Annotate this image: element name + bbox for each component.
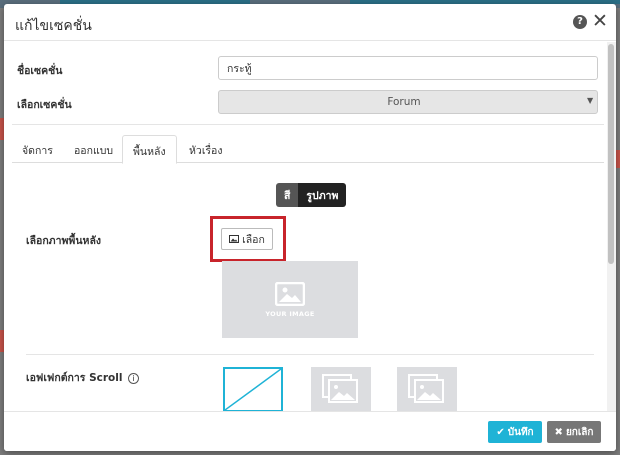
toggle-color-button[interactable]: สี [276,183,299,207]
check-icon: ✔ [496,426,505,438]
image-stack-icon [322,374,358,403]
toggle-image-button[interactable]: รูปภาพ [298,183,347,207]
section-select-value: Forum [387,96,421,108]
choose-image-button[interactable]: เลือก [221,228,273,250]
scroll-option-parallax[interactable] [397,367,457,412]
image-stack-icon [408,374,444,403]
divider [26,354,594,355]
image-icon [229,235,240,243]
section-name-label: ชื่อเซคชั่น [17,65,63,77]
edit-section-modal: แก้ไขเซคชั่น ? ✕ ชื่อเซคชั่น เลือกเซคชั่… [4,4,616,451]
scroll-option-fixed[interactable] [311,367,371,412]
modal-scrollbar-thumb[interactable] [608,44,614,264]
modal-title: แก้ไขเซคชั่น [15,18,92,34]
tab-bar: จัดการ ออกแบบ พื้นหลัง หัวเรื่อง [12,135,604,164]
preview-caption: YOUR IMAGE [265,309,315,318]
section-select[interactable]: Forum ▼ [218,90,598,114]
cancel-button[interactable]: ✖ ยกเลิก [547,421,601,443]
modal-header: แก้ไขเซคชั่น ? ✕ [4,4,616,41]
save-label: บันทึก [507,426,534,438]
tab-heading[interactable]: หัวเรื่อง [179,135,232,163]
modal-body[interactable]: ชื่อเซคชั่น เลือกเซคชั่น Forum ▼ จัดการ … [4,42,616,412]
caret-down-icon: ▼ [587,96,594,105]
choose-image-label: เลือก [242,233,265,246]
scroll-option-none[interactable] [223,367,283,412]
section-name-input[interactable] [218,56,598,80]
tab-manage[interactable]: จัดการ [12,135,63,163]
tab-design[interactable]: ออกแบบ [64,135,123,163]
background-image-label: เลือกภาพพื้นหลัง [26,235,102,247]
divider [12,124,604,125]
background-type-toggle: สี รูปภาพ [276,183,347,207]
image-placeholder-icon [275,281,305,306]
none-option-icon [224,368,282,411]
save-button[interactable]: ✔ บันทึก [488,421,542,443]
question-circle-icon[interactable]: ? [573,15,587,29]
section-select-label: เลือกเซคชั่น [17,99,72,111]
modal-footer: ✔ บันทึก ✖ ยกเลิก [4,411,616,451]
background-image-preview: YOUR IMAGE [222,261,358,338]
info-icon[interactable]: i [128,373,140,384]
close-icon[interactable]: ✕ [592,10,608,32]
close-icon: ✖ [554,426,563,438]
cancel-label: ยกเลิก [565,426,594,438]
scroll-effect-label: เอฟเฟกต์การ Scroll i [26,369,140,386]
tab-background[interactable]: พื้นหลัง [122,135,177,164]
